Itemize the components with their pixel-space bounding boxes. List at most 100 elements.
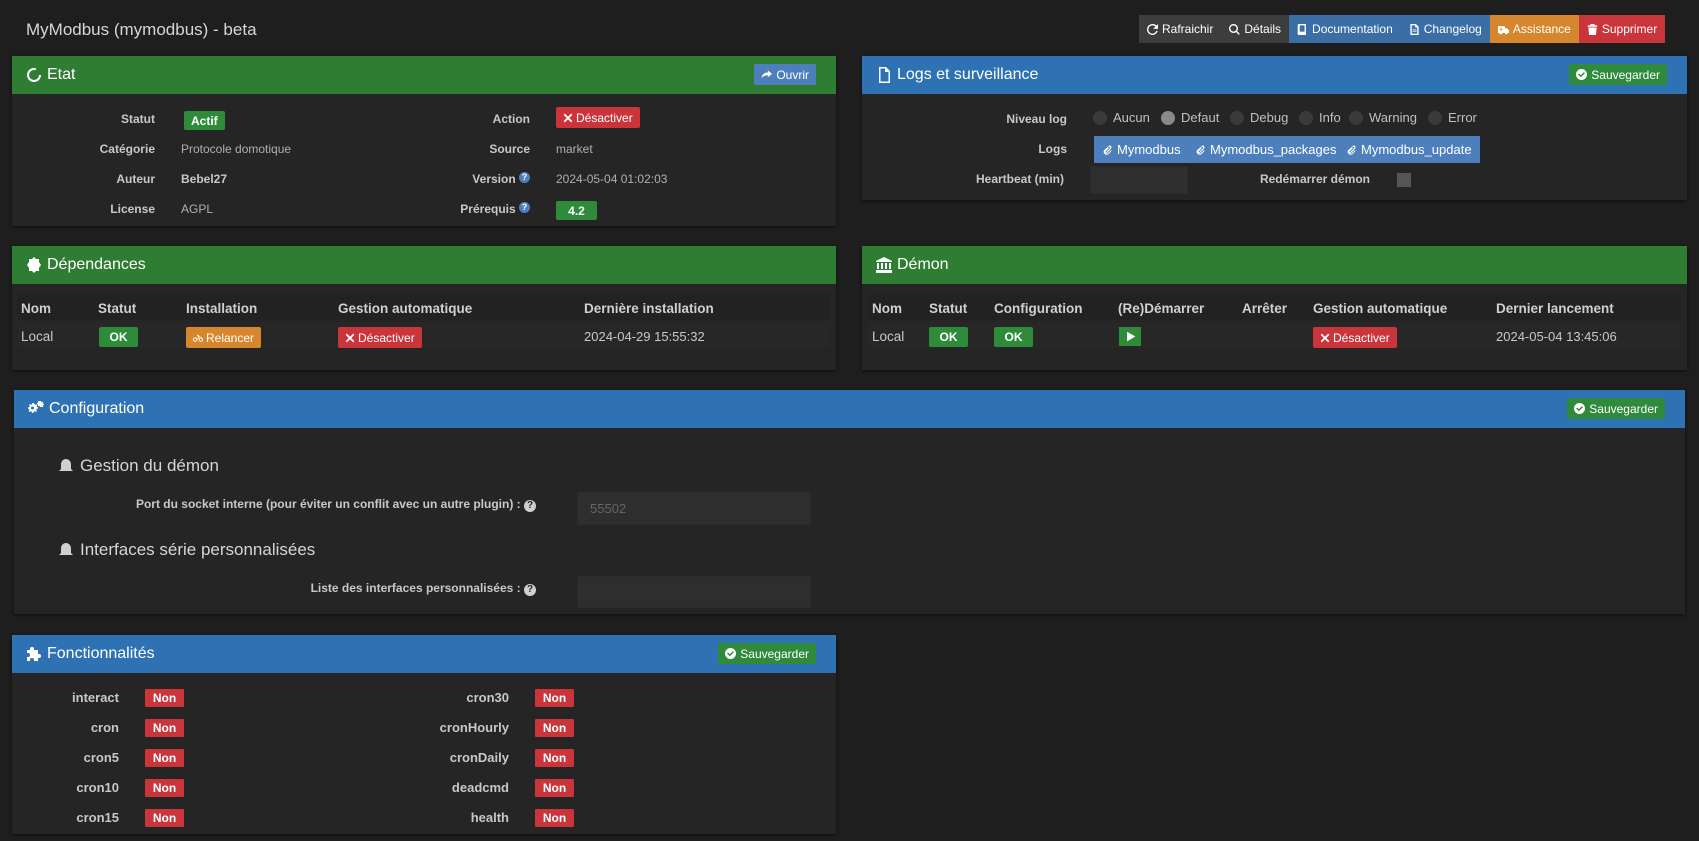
logs-save-button[interactable]: Sauvegarder — [1569, 64, 1667, 85]
restart-daemon-label: Redémarrer démon — [1259, 172, 1370, 186]
dep-last-install: 2024-04-29 15:55:32 — [584, 329, 705, 344]
details-button[interactable]: Détails — [1221, 15, 1290, 43]
help-icon[interactable]: ? — [519, 172, 530, 183]
niveau-log-label: Niveau log — [1006, 112, 1067, 126]
logs-save-label: Sauvegarder — [1591, 67, 1660, 82]
port-label: Port du socket interne (pour éviter un c… — [14, 497, 536, 512]
level-radio-debug[interactable]: Debug — [1230, 110, 1288, 125]
demon-disable-label: Désactiver — [1333, 330, 1390, 345]
fonctionnalites-title: Fonctionnalités — [47, 645, 155, 662]
statut-label: Statut — [121, 112, 155, 126]
feature-label: cron — [90, 720, 119, 735]
demon-last-launch: 2024-05-04 13:45:06 — [1496, 329, 1617, 344]
interfaces-input[interactable] — [577, 576, 811, 608]
col-header: Installation — [186, 301, 258, 316]
prerequis-badge: 4.2 — [556, 201, 597, 220]
radio-dot — [1349, 110, 1363, 125]
feature-status-badge: Non — [535, 749, 574, 767]
check-circle-icon — [1576, 69, 1588, 80]
restart-daemon-button[interactable] — [1119, 327, 1141, 346]
puzzle-icon — [27, 647, 41, 661]
page-title: MyModbus (mymodbus) - beta — [26, 20, 257, 39]
demon-status-badge: OK — [929, 327, 968, 347]
configuration-save-label: Sauvegarder — [1589, 401, 1658, 416]
help-icon[interactable]: ? — [524, 584, 536, 596]
level-label: Warning — [1369, 110, 1417, 125]
version-value: 2024-05-04 01:02:03 — [556, 172, 668, 186]
col-header: Arrêter — [1242, 301, 1288, 316]
dependances-title: Dépendances — [47, 256, 146, 273]
trash-icon — [1587, 23, 1598, 35]
port-input[interactable]: 55502 — [577, 492, 811, 525]
logs-panel-header: Logs et surveillance Sauvegarder — [862, 56, 1687, 94]
demon-title: Démon — [897, 256, 949, 273]
open-button[interactable]: Ouvrir — [754, 64, 816, 85]
feature-status-badge: Non — [535, 719, 574, 737]
help-icon[interactable]: ? — [524, 500, 536, 512]
radio-dot — [1230, 110, 1244, 125]
configuration-save-button[interactable]: Sauvegarder — [1567, 398, 1665, 419]
level-radio-aucun[interactable]: Aucun — [1093, 110, 1150, 125]
demon-panel: Démon Nom Statut Configuration (Re)Démar… — [862, 246, 1687, 370]
col-header: Gestion automatique — [1313, 301, 1448, 316]
level-label: Info — [1319, 110, 1341, 125]
feature-status-badge: Non — [145, 749, 184, 767]
documentation-button[interactable]: Documentation — [1289, 15, 1401, 43]
feature-label: health — [470, 810, 509, 825]
level-radio-defaut[interactable]: Defaut — [1161, 110, 1219, 125]
demon-disable-button[interactable]: Désactiver — [1313, 327, 1397, 348]
section-title-text: Interfaces série personnalisées — [80, 540, 316, 559]
level-radio-info[interactable]: Info — [1299, 110, 1341, 125]
etat-title: Etat — [47, 66, 76, 83]
level-radio-error[interactable]: Error — [1428, 110, 1477, 125]
refresh-icon — [1147, 23, 1158, 35]
assistance-button[interactable]: Assistance — [1489, 15, 1579, 43]
etat-disable-button[interactable]: Désactiver — [556, 107, 640, 128]
feature-label: cron5 — [83, 750, 119, 765]
configuration-panel: Configuration Sauvegarder Gestion du dém… — [14, 390, 1685, 614]
refresh-button[interactable]: Rafraichir — [1139, 15, 1222, 43]
dep-relaunch-label: Relancer — [206, 330, 255, 345]
prerequis-label-text: Prérequis — [460, 202, 516, 216]
section-title-interfaces: Interfaces série personnalisées — [58, 540, 315, 560]
col-header: (Re)Démarrer — [1118, 301, 1205, 316]
feature-label: deadcmd — [451, 780, 509, 795]
dep-disable-button[interactable]: Désactiver — [338, 327, 422, 348]
etat-panel-header: Etat Ouvrir — [12, 56, 836, 94]
paperclip-icon — [1196, 145, 1205, 155]
search-icon — [1229, 23, 1241, 35]
col-header: Statut — [929, 301, 968, 316]
feature-status-badge: Non — [535, 689, 574, 707]
fonctionnalites-save-button[interactable]: Sauvegarder — [718, 643, 816, 664]
table-row — [18, 322, 830, 348]
dep-relaunch-button[interactable]: Relancer — [186, 327, 262, 348]
log-button-label: Mymodbus — [1117, 142, 1181, 157]
restart-daemon-checkbox[interactable] — [1397, 173, 1411, 187]
feature-status-badge: Non — [535, 779, 574, 797]
feature-label: cronDaily — [449, 750, 509, 765]
interfaces-label-text: Liste des interfaces personnalisées : — [310, 581, 521, 595]
feature-status-badge: Non — [145, 779, 184, 797]
logs-label: Logs — [1038, 142, 1067, 156]
log-mymodbus-packages-button[interactable]: Mymodbus_packages — [1187, 136, 1345, 163]
check-circle-icon — [1574, 403, 1586, 414]
level-radio-warning[interactable]: Warning — [1349, 110, 1417, 125]
section-title-text: Gestion du démon — [80, 456, 219, 475]
log-mymodbus-update-button[interactable]: Mymodbus_update — [1338, 136, 1480, 163]
log-mymodbus-button[interactable]: Mymodbus — [1094, 136, 1189, 163]
feature-label: cron30 — [466, 690, 509, 705]
dep-disable-label: Désactiver — [358, 330, 415, 345]
institution-icon — [876, 257, 892, 273]
delete-button[interactable]: Supprimer — [1578, 15, 1666, 43]
help-icon[interactable]: ? — [519, 202, 530, 213]
changelog-button[interactable]: Changelog — [1400, 15, 1490, 43]
dep-nom: Local — [21, 329, 54, 344]
section-title-daemon: Gestion du démon — [58, 456, 219, 476]
delete-label: Supprimer — [1601, 22, 1658, 36]
demon-panel-header: Démon — [862, 246, 1687, 284]
categorie-label: Catégorie — [99, 142, 155, 156]
auteur-value: Bebel27 — [181, 172, 228, 186]
col-header: Gestion automatique — [338, 301, 473, 316]
interfaces-label: Liste des interfaces personnalisées : ? — [14, 581, 536, 596]
dep-status-badge: OK — [99, 327, 138, 347]
